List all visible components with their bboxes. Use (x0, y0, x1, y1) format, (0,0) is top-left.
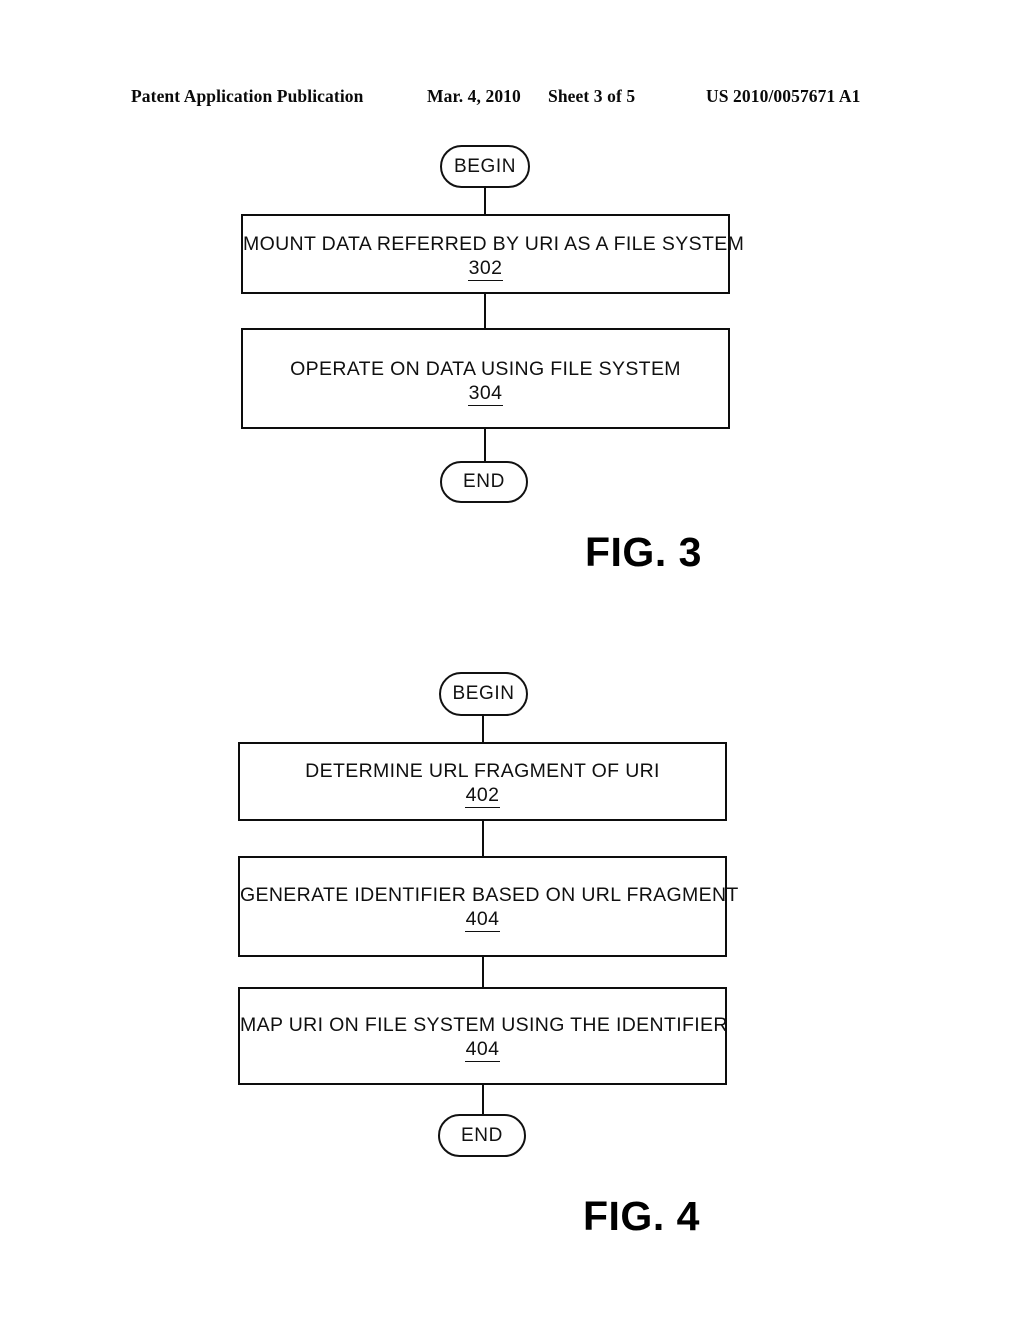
fig3-end-terminator: END (440, 461, 528, 503)
fig4-step-404a-number: 404 (464, 908, 501, 932)
fig4-end-terminator: END (438, 1114, 526, 1157)
fig3-step-302-box: MOUNT DATA REFERRED BY URI AS A FILE SYS… (241, 214, 745, 294)
fig4-step-404a-text: GENERATE IDENTIFIER BASED ON URL FRAGMEN… (240, 884, 739, 906)
fig3-step-302-text: MOUNT DATA REFERRED BY URI AS A FILE SYS… (243, 233, 745, 255)
fig4-step-402-text: DETERMINE URL FRAGMENT OF URI (305, 760, 660, 782)
fig4-step-404b-number: 404 (464, 1038, 501, 1062)
header-patent-number: US 2010/0057671 A1 (706, 86, 861, 106)
header-date-text: Mar. 4, 2010 (427, 86, 521, 106)
fig3-step-302-number: 302 (467, 257, 504, 281)
fig3-end-label: END (463, 471, 505, 492)
page-header: Patent Application Publication Mar. 4, 2… (0, 86, 1024, 110)
fig4-connector-402-to-404a (482, 819, 484, 858)
fig3-begin-label: BEGIN (453, 155, 517, 177)
fig4-step-404b-box: MAP URI ON FILE SYSTEM USING THE IDENTIF… (238, 987, 727, 1085)
fig3-connector-begin-to-302 (484, 186, 486, 216)
fig4-begin-label: BEGIN (452, 683, 515, 704)
fig4-step-402-box: DETERMINE URL FRAGMENT OF URI 402 (238, 742, 727, 821)
fig4-step-402-number: 402 (464, 784, 501, 808)
fig3-connector-302-to-304 (484, 292, 486, 330)
fig3-step-304-box: OPERATE ON DATA USING FILE SYSTEM 304 (241, 328, 730, 429)
fig4-connector-404a-to-404b (482, 955, 484, 988)
fig3-figure-label: FIG. 3 (585, 529, 702, 575)
fig4-end-label: END (461, 1124, 503, 1146)
header-sheet-text: Sheet 3 of 5 (548, 86, 636, 106)
header-publication-text: Patent Application Publication (131, 86, 364, 106)
fig3-step-304-text: OPERATE ON DATA USING FILE SYSTEM (290, 358, 681, 380)
fig4-begin-terminator: BEGIN (439, 672, 528, 716)
fig4-connector-begin-to-402 (482, 714, 484, 744)
fig4-step-404a-box: GENERATE IDENTIFIER BASED ON URL FRAGMEN… (238, 856, 739, 957)
fig4-step-404b-text: MAP URI ON FILE SYSTEM USING THE IDENTIF… (240, 1014, 728, 1036)
fig3-step-304-number: 304 (467, 382, 504, 406)
fig3-connector-304-to-end (484, 427, 486, 463)
fig4-figure-label: FIG. 4 (583, 1193, 700, 1239)
fig4-connector-404b-to-end (482, 1083, 484, 1116)
fig3-begin-terminator: BEGIN (440, 145, 530, 188)
